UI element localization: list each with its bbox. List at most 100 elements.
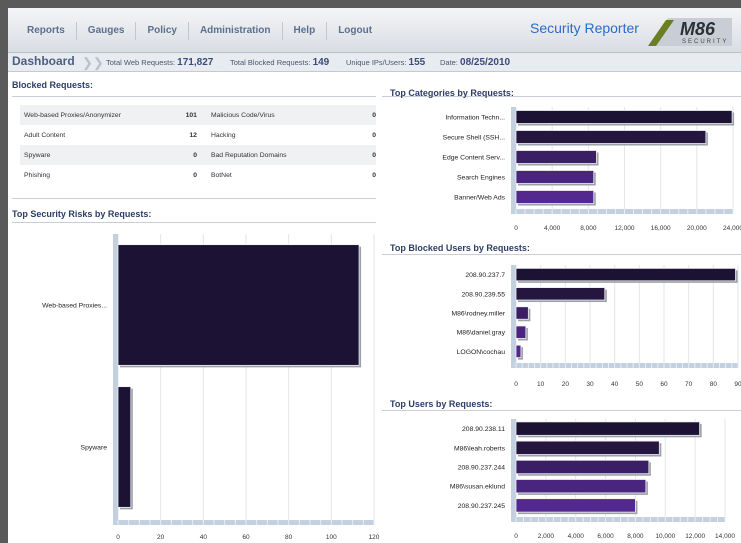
x-axis-bar bbox=[511, 363, 738, 368]
blocked-category-count: 0 bbox=[372, 111, 376, 119]
x-tick-label: 4,000 bbox=[544, 225, 561, 232]
x-tick-label: 20 bbox=[157, 534, 165, 541]
category-label: M86\leah.roberts bbox=[454, 445, 506, 452]
total-blocked-requests: Total Blocked Requests: 149 bbox=[230, 57, 329, 68]
report-date: Date: 08/25/2010 bbox=[440, 57, 510, 68]
category-label: 208.90.237.7 bbox=[465, 272, 505, 279]
category-label: 208.90.237.244 bbox=[458, 465, 505, 472]
x-tick-label: 60 bbox=[660, 381, 668, 388]
category-label: M86\daniel.gray bbox=[457, 330, 506, 337]
blocked-category-count: 0 bbox=[372, 171, 376, 179]
bar bbox=[515, 440, 660, 455]
blocked-row: Adult Content 12 Hacking 0 bbox=[20, 125, 376, 145]
total-web-requests-label: Total Web Requests: bbox=[106, 58, 176, 67]
x-tick-label: 50 bbox=[636, 381, 644, 388]
bar bbox=[117, 386, 132, 508]
bar bbox=[515, 130, 707, 144]
x-tick-label: 40 bbox=[611, 381, 619, 388]
y-axis-bar bbox=[511, 265, 516, 365]
bar bbox=[515, 267, 736, 282]
x-tick-label: 120 bbox=[369, 534, 380, 541]
category-label: M86\rodney.miller bbox=[451, 311, 505, 318]
x-axis-bar bbox=[113, 520, 374, 525]
unique-label: Unique IPs/Users: bbox=[346, 58, 407, 67]
blocked-category-label: Phishing bbox=[24, 171, 51, 179]
logo-text: M86 bbox=[680, 19, 716, 39]
blocked-requests-title: Blocked Requests: bbox=[12, 80, 94, 90]
category-label: Edge Content Serv... bbox=[442, 155, 505, 162]
total-blocked-label: Total Blocked Requests: bbox=[230, 58, 311, 67]
category-label: Web-based Proxies... bbox=[42, 303, 107, 310]
menu-help[interactable]: Help bbox=[283, 22, 328, 40]
menu-gauges[interactable]: Gauges bbox=[77, 22, 137, 40]
x-tick-label: 0 bbox=[514, 533, 518, 540]
blocked-requests-divider bbox=[12, 96, 376, 97]
blocked-category-count: 101 bbox=[185, 111, 197, 119]
menu-policy[interactable]: Policy bbox=[136, 22, 189, 40]
x-tick-label: 12,000 bbox=[685, 533, 705, 540]
blocked-category-count: 0 bbox=[372, 131, 376, 139]
x-tick-label: 40 bbox=[200, 534, 208, 541]
blocked-category-count: 0 bbox=[193, 171, 197, 179]
menu-logout[interactable]: Logout bbox=[327, 22, 383, 40]
bar bbox=[515, 170, 595, 184]
total-blocked-value: 149 bbox=[312, 57, 330, 68]
category-label: Search Engines bbox=[457, 175, 506, 182]
bar bbox=[515, 306, 529, 320]
x-tick-label: 70 bbox=[685, 381, 693, 388]
category-label: M86\susan.eklund bbox=[450, 484, 505, 491]
x-tick-label: 90 bbox=[734, 381, 741, 388]
x-tick-label: 16,000 bbox=[651, 225, 671, 232]
date-value: 08/25/2010 bbox=[460, 57, 511, 68]
chart-title: Top Users by Requests: bbox=[390, 399, 492, 409]
menu-administration[interactable]: Administration bbox=[189, 22, 283, 40]
blocked-row: Spyware 0 Bad Reputation Domains 0 bbox=[20, 145, 376, 165]
blocked-category-label: Spyware bbox=[24, 151, 51, 159]
blocked-category-label: Bad Reputation Domains bbox=[210, 151, 287, 159]
x-tick-label: 14,000 bbox=[715, 533, 735, 540]
bar bbox=[515, 150, 597, 164]
bar bbox=[515, 459, 650, 475]
x-tick-label: 0 bbox=[116, 534, 120, 541]
x-tick-label: 20,000 bbox=[687, 225, 707, 232]
date-label: Date: bbox=[440, 58, 458, 67]
x-axis-bar bbox=[511, 517, 725, 522]
category-label: Spyware bbox=[81, 445, 108, 452]
bar bbox=[515, 110, 733, 124]
category-label: 208.90.238.11 bbox=[462, 426, 505, 433]
bar bbox=[515, 479, 647, 494]
x-tick-label: 8,000 bbox=[580, 225, 597, 232]
category-label: 208.90.237.245 bbox=[458, 503, 505, 510]
bar bbox=[515, 498, 636, 513]
blocked-category-count: 0 bbox=[193, 151, 197, 159]
category-label: LOGON\cochau bbox=[457, 349, 506, 356]
unique-value: 155 bbox=[408, 57, 426, 68]
x-tick-label: 100 bbox=[326, 534, 337, 541]
top-nav-bar: Reports Gauges Policy Administration Hel… bbox=[8, 8, 741, 53]
blocked-category-label: BotNet bbox=[210, 171, 232, 179]
bar bbox=[515, 344, 522, 359]
category-label: Banner/Web Ads bbox=[454, 195, 505, 202]
blocked-category-count: 0 bbox=[372, 151, 376, 159]
x-tick-label: 60 bbox=[242, 534, 250, 541]
x-tick-label: 80 bbox=[710, 381, 718, 388]
total-web-requests-value: 171,827 bbox=[177, 57, 214, 68]
x-tick-label: 0 bbox=[514, 381, 518, 388]
dashboard-frame: Reports Gauges Policy Administration Hel… bbox=[8, 8, 741, 543]
blocked-row: Phishing 0 BotNet 0 bbox=[20, 165, 376, 185]
categories-chart: Top Categories by Requests: 0 4,000 8,000 12… bbox=[390, 88, 741, 232]
menu-reports[interactable]: Reports bbox=[16, 22, 77, 40]
x-tick-label: 4,000 bbox=[568, 533, 585, 540]
m86-logo: M86 SECURITY bbox=[648, 18, 732, 46]
blocked-category-label: Malicious Code/Virus bbox=[210, 111, 275, 119]
chart-title: Top Security Risks by Requests: bbox=[12, 209, 151, 219]
x-tick-label: 6,000 bbox=[597, 533, 614, 540]
bar bbox=[515, 287, 606, 301]
blocked-row: Web-based Proxies/Anonymizer 101 Malicious… bbox=[20, 105, 376, 125]
total-web-requests: Total Web Requests: 171,827 bbox=[106, 57, 213, 68]
top-users-chart: Top Users by Requests: 0 2,000 4,000 6,000 8,… bbox=[390, 399, 735, 540]
category-label: Secure Shell (SSH... bbox=[443, 135, 505, 142]
blocked-category-label: Web-based Proxies/Anonymizer bbox=[24, 111, 121, 119]
x-tick-label: 10,000 bbox=[655, 533, 675, 540]
main-menu: Reports Gauges Policy Administration Hel… bbox=[16, 22, 383, 40]
